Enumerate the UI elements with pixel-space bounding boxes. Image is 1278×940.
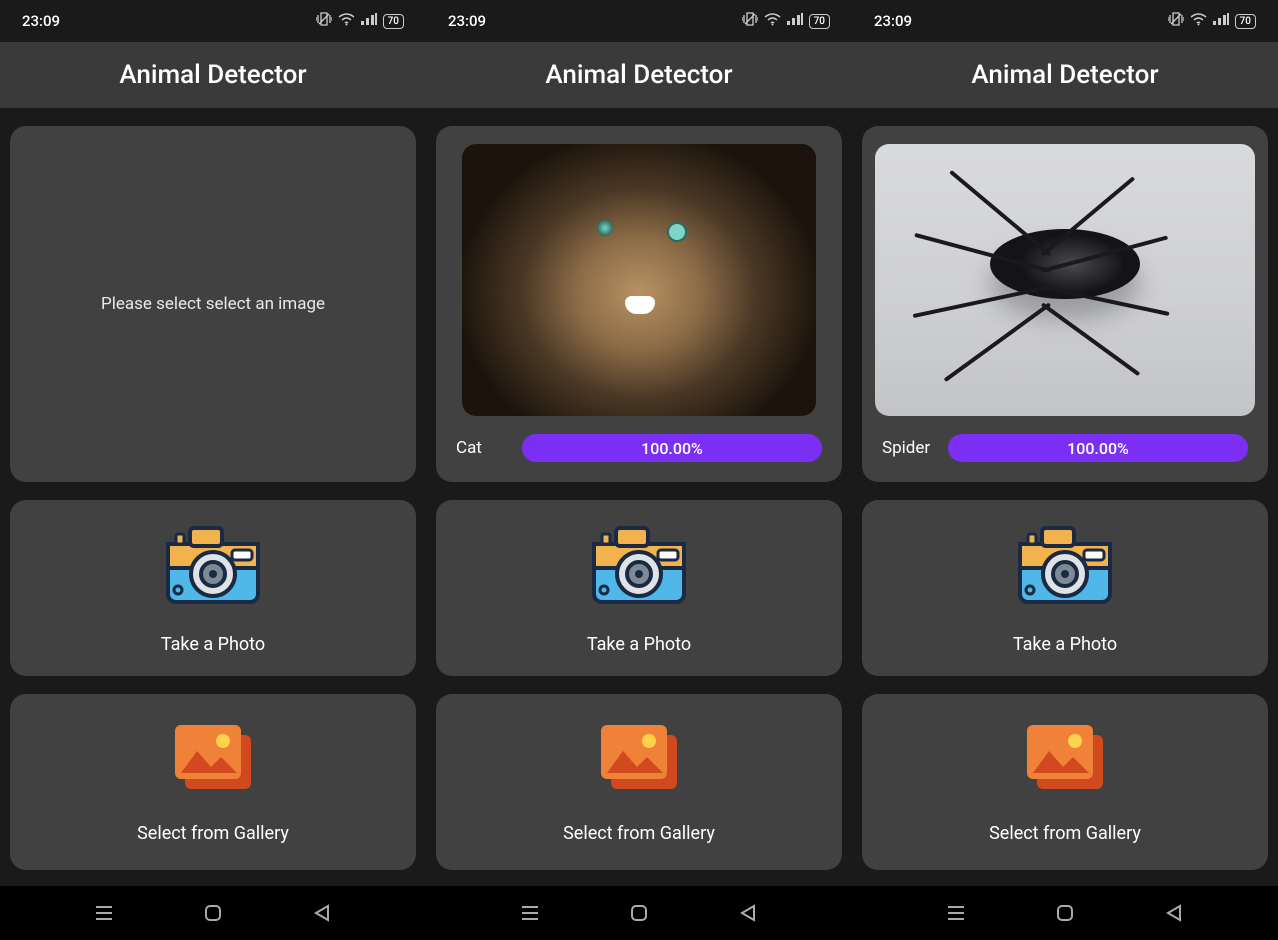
battery-icon: 70 (809, 14, 830, 29)
wifi-icon (764, 13, 781, 30)
status-bar: 23:09 70 (0, 0, 426, 42)
preview-card: Spider 100.00% (862, 126, 1268, 482)
app-bar: Animal Detector (852, 42, 1278, 108)
wifi-icon (338, 13, 355, 30)
status-time: 23:09 (22, 12, 60, 30)
nav-bar (852, 886, 1278, 940)
signal-icon (787, 13, 803, 29)
take-photo-label: Take a Photo (161, 634, 265, 655)
result-label: Cat (456, 438, 506, 458)
confidence-pill: 100.00% (522, 434, 822, 462)
nav-recent-icon[interactable] (93, 902, 115, 924)
app-bar: Animal Detector (426, 42, 852, 108)
nav-home-icon[interactable] (1054, 902, 1076, 924)
nav-back-icon[interactable] (737, 902, 759, 924)
content-area: Spider 100.00% Take a Photo Select from … (852, 108, 1278, 886)
preview-card: Please select select an image (10, 126, 416, 482)
select-gallery-button[interactable]: Select from Gallery (436, 694, 842, 870)
result-label: Spider (882, 438, 932, 458)
wifi-icon (1190, 13, 1207, 30)
vibrate-icon (316, 12, 332, 30)
result-row: Cat 100.00% (454, 434, 824, 462)
detected-image (875, 144, 1255, 416)
result-row: Spider 100.00% (880, 434, 1250, 462)
battery-icon: 70 (1235, 14, 1256, 29)
phone-screen-2: 23:09 70 Animal Detector Cat 100.00% (426, 0, 852, 940)
take-photo-label: Take a Photo (587, 634, 691, 655)
nav-recent-icon[interactable] (519, 902, 541, 924)
status-time: 23:09 (874, 12, 912, 30)
select-gallery-button[interactable]: Select from Gallery (862, 694, 1268, 870)
gallery-icon (593, 721, 685, 801)
battery-icon: 70 (383, 14, 404, 29)
gallery-icon (1019, 721, 1111, 801)
nav-home-icon[interactable] (202, 902, 224, 924)
app-title: Animal Detector (119, 60, 306, 90)
confidence-text: 100.00% (641, 439, 703, 458)
detected-image (462, 144, 816, 416)
select-gallery-label: Select from Gallery (563, 823, 715, 844)
status-right: 70 (1168, 12, 1256, 30)
nav-recent-icon[interactable] (945, 902, 967, 924)
gallery-icon (167, 721, 259, 801)
signal-icon (361, 13, 377, 29)
select-gallery-button[interactable]: Select from Gallery (10, 694, 416, 870)
nav-bar (0, 886, 426, 940)
select-gallery-label: Select from Gallery (137, 823, 289, 844)
vibrate-icon (1168, 12, 1184, 30)
status-right: 70 (742, 12, 830, 30)
app-title: Animal Detector (971, 60, 1158, 90)
preview-placeholder: Please select select an image (101, 294, 325, 314)
status-bar: 23:09 70 (426, 0, 852, 42)
phone-screen-1: 23:09 70 Animal Detector Please select s… (0, 0, 426, 940)
take-photo-label: Take a Photo (1013, 634, 1117, 655)
camera-icon (588, 522, 690, 612)
vibrate-icon (742, 12, 758, 30)
take-photo-button[interactable]: Take a Photo (862, 500, 1268, 676)
nav-bar (426, 886, 852, 940)
content-area: Cat 100.00% Take a Photo Select from Gal… (426, 108, 852, 886)
nav-back-icon[interactable] (311, 902, 333, 924)
nav-back-icon[interactable] (1163, 902, 1185, 924)
phone-screen-3: 23:09 70 Animal Detector (852, 0, 1278, 940)
status-right: 70 (316, 12, 404, 30)
signal-icon (1213, 13, 1229, 29)
app-title: Animal Detector (545, 60, 732, 90)
take-photo-button[interactable]: Take a Photo (10, 500, 416, 676)
app-bar: Animal Detector (0, 42, 426, 108)
confidence-text: 100.00% (1067, 439, 1129, 458)
content-area: Please select select an image Take a Pho… (0, 108, 426, 886)
preview-card: Cat 100.00% (436, 126, 842, 482)
status-time: 23:09 (448, 12, 486, 30)
status-bar: 23:09 70 (852, 0, 1278, 42)
camera-icon (162, 522, 264, 612)
confidence-pill: 100.00% (948, 434, 1248, 462)
select-gallery-label: Select from Gallery (989, 823, 1141, 844)
nav-home-icon[interactable] (628, 902, 650, 924)
camera-icon (1014, 522, 1116, 612)
take-photo-button[interactable]: Take a Photo (436, 500, 842, 676)
